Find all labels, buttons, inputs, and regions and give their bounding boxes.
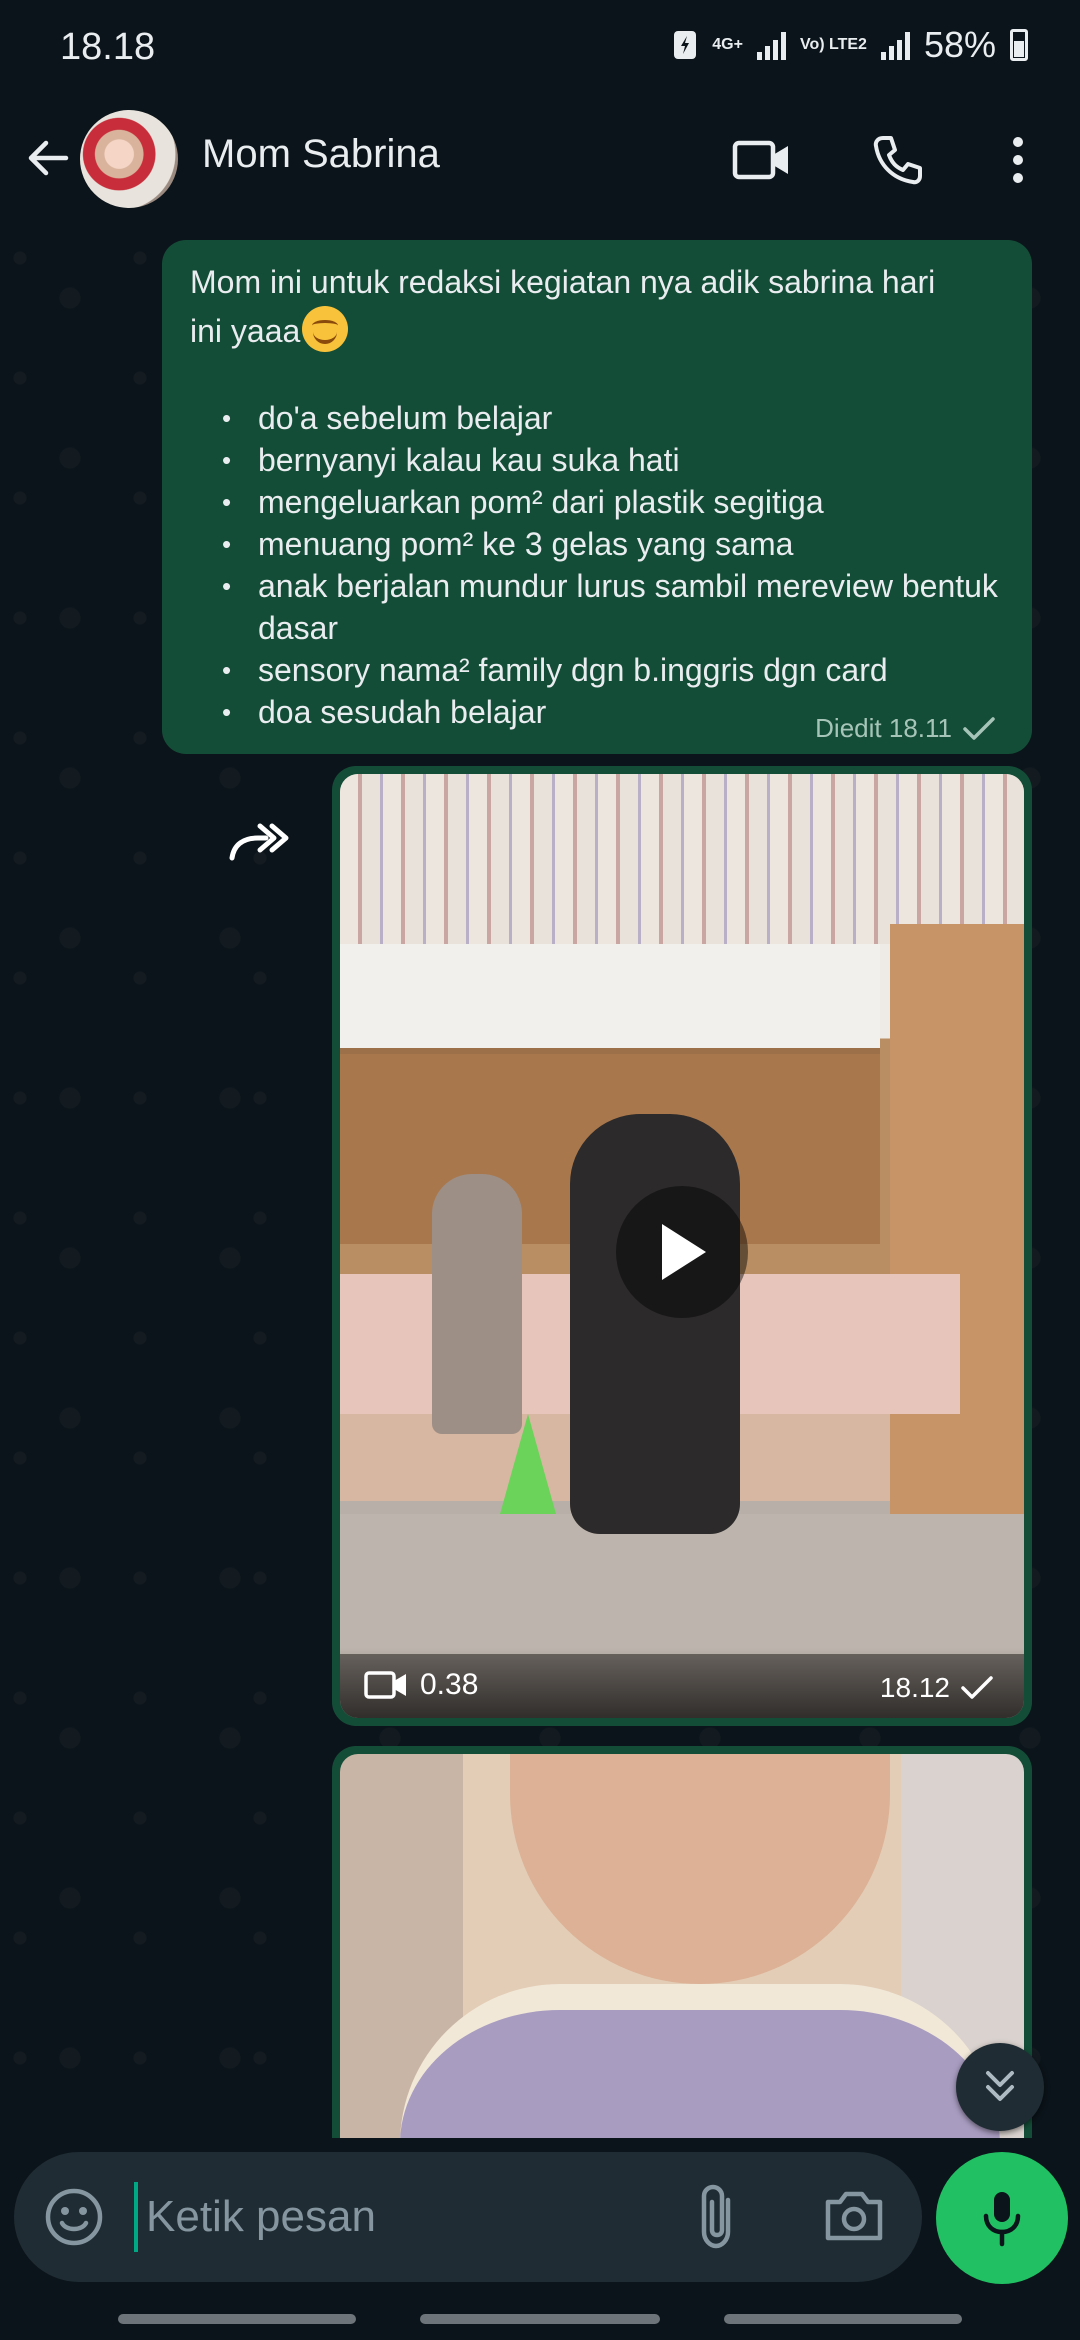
camera-icon [825, 2191, 883, 2241]
list-item: menuang pom² ke 3 gelas yang sama [222, 523, 1004, 565]
battery-saver-icon [674, 31, 697, 59]
message-input[interactable] [134, 2182, 694, 2252]
double-chevron-down-icon [986, 2071, 1014, 2101]
network-indicator-1: 4G+ [712, 36, 743, 53]
emoji-icon [45, 2188, 103, 2246]
video-thumbnail[interactable]: 0.38 18.12 [340, 774, 1024, 1718]
attach-button[interactable] [694, 2182, 754, 2252]
list-item: bernyanyi kalau kau suka hati [222, 439, 1004, 481]
paperclip-icon [701, 2184, 731, 2249]
arrow-left-icon [28, 140, 69, 176]
message-meta: Diedit 18.11 [815, 713, 996, 744]
play-button[interactable] [616, 1186, 748, 1318]
camera-button[interactable] [822, 2188, 886, 2248]
signal-icon-2 [880, 30, 910, 60]
play-icon [662, 1224, 706, 1280]
nav-recent-apps[interactable] [118, 2314, 356, 2324]
list-item: anak berjalan mundur lurus sambil merevi… [222, 565, 1004, 649]
message-intro: Mom ini untuk redaksi kegiatan nya adik … [190, 258, 970, 355]
emoji-button[interactable] [42, 2185, 106, 2249]
status-bar: 18.18 4G+ Vo) LTE2 58% [0, 0, 1080, 100]
check-icon [963, 716, 995, 740]
nav-back[interactable] [724, 2314, 962, 2324]
edited-time: Diedit 18.11 [815, 713, 952, 743]
message-meta: 18.12 [880, 1672, 994, 1704]
nav-home[interactable] [420, 2314, 660, 2324]
back-button[interactable] [20, 130, 76, 186]
outgoing-photo-message[interactable] [332, 1746, 1032, 2138]
system-navigation-bar [0, 2300, 1080, 2340]
video-camera-icon [364, 1671, 406, 1699]
network-indicator-2: Vo) LTE2 [799, 36, 867, 53]
scroll-to-bottom-button[interactable] [956, 2043, 1044, 2131]
message-composer [14, 2152, 922, 2282]
smiling-face-emoji-icon [302, 306, 349, 352]
list-item: sensory nama² family dgn b.inggris dgn c… [222, 649, 1004, 691]
video-call-button[interactable] [730, 128, 794, 192]
status-icons: 4G+ Vo) LTE2 58% [672, 24, 1028, 66]
forward-icon [229, 823, 289, 861]
message-time: 18.12 [879, 1672, 950, 1703]
more-vertical-icon [1013, 137, 1023, 183]
activity-list: do'a sebelum belajar bernyanyi kalau kau… [190, 397, 1004, 733]
battery-percent: 58% [923, 24, 996, 65]
outgoing-text-message[interactable]: Mom ini untuk redaksi kegiatan nya adik … [162, 240, 1032, 754]
video-duration: 0.38 [364, 1668, 478, 1702]
microphone-icon [983, 2192, 1021, 2247]
phone-icon [873, 136, 922, 185]
contact-name[interactable]: Mom Sabrina [202, 132, 440, 177]
battery-icon [1010, 29, 1028, 61]
voice-call-button[interactable] [866, 128, 930, 192]
chat-screen: 18.18 4G+ Vo) LTE2 58% Mom Sabrina Mom i… [0, 0, 1080, 2340]
signal-icon [756, 30, 786, 60]
status-time: 18.18 [60, 26, 156, 68]
outgoing-video-message[interactable]: 0.38 18.12 [332, 766, 1032, 1726]
list-item: mengeluarkan pom² dari plastik segitiga [222, 481, 1004, 523]
check-icon [961, 1676, 993, 1699]
list-item: do'a sebelum belajar [222, 397, 1004, 439]
voice-message-button[interactable] [936, 2152, 1068, 2284]
photo-thumbnail[interactable] [340, 1754, 1024, 2138]
avatar[interactable] [80, 110, 178, 208]
forward-button[interactable] [226, 818, 296, 878]
chat-header: Mom Sabrina [0, 100, 1080, 238]
video-camera-icon [732, 140, 788, 180]
message-list[interactable]: Mom ini untuk redaksi kegiatan nya adik … [0, 238, 1080, 2138]
more-options-button[interactable] [986, 128, 1050, 192]
